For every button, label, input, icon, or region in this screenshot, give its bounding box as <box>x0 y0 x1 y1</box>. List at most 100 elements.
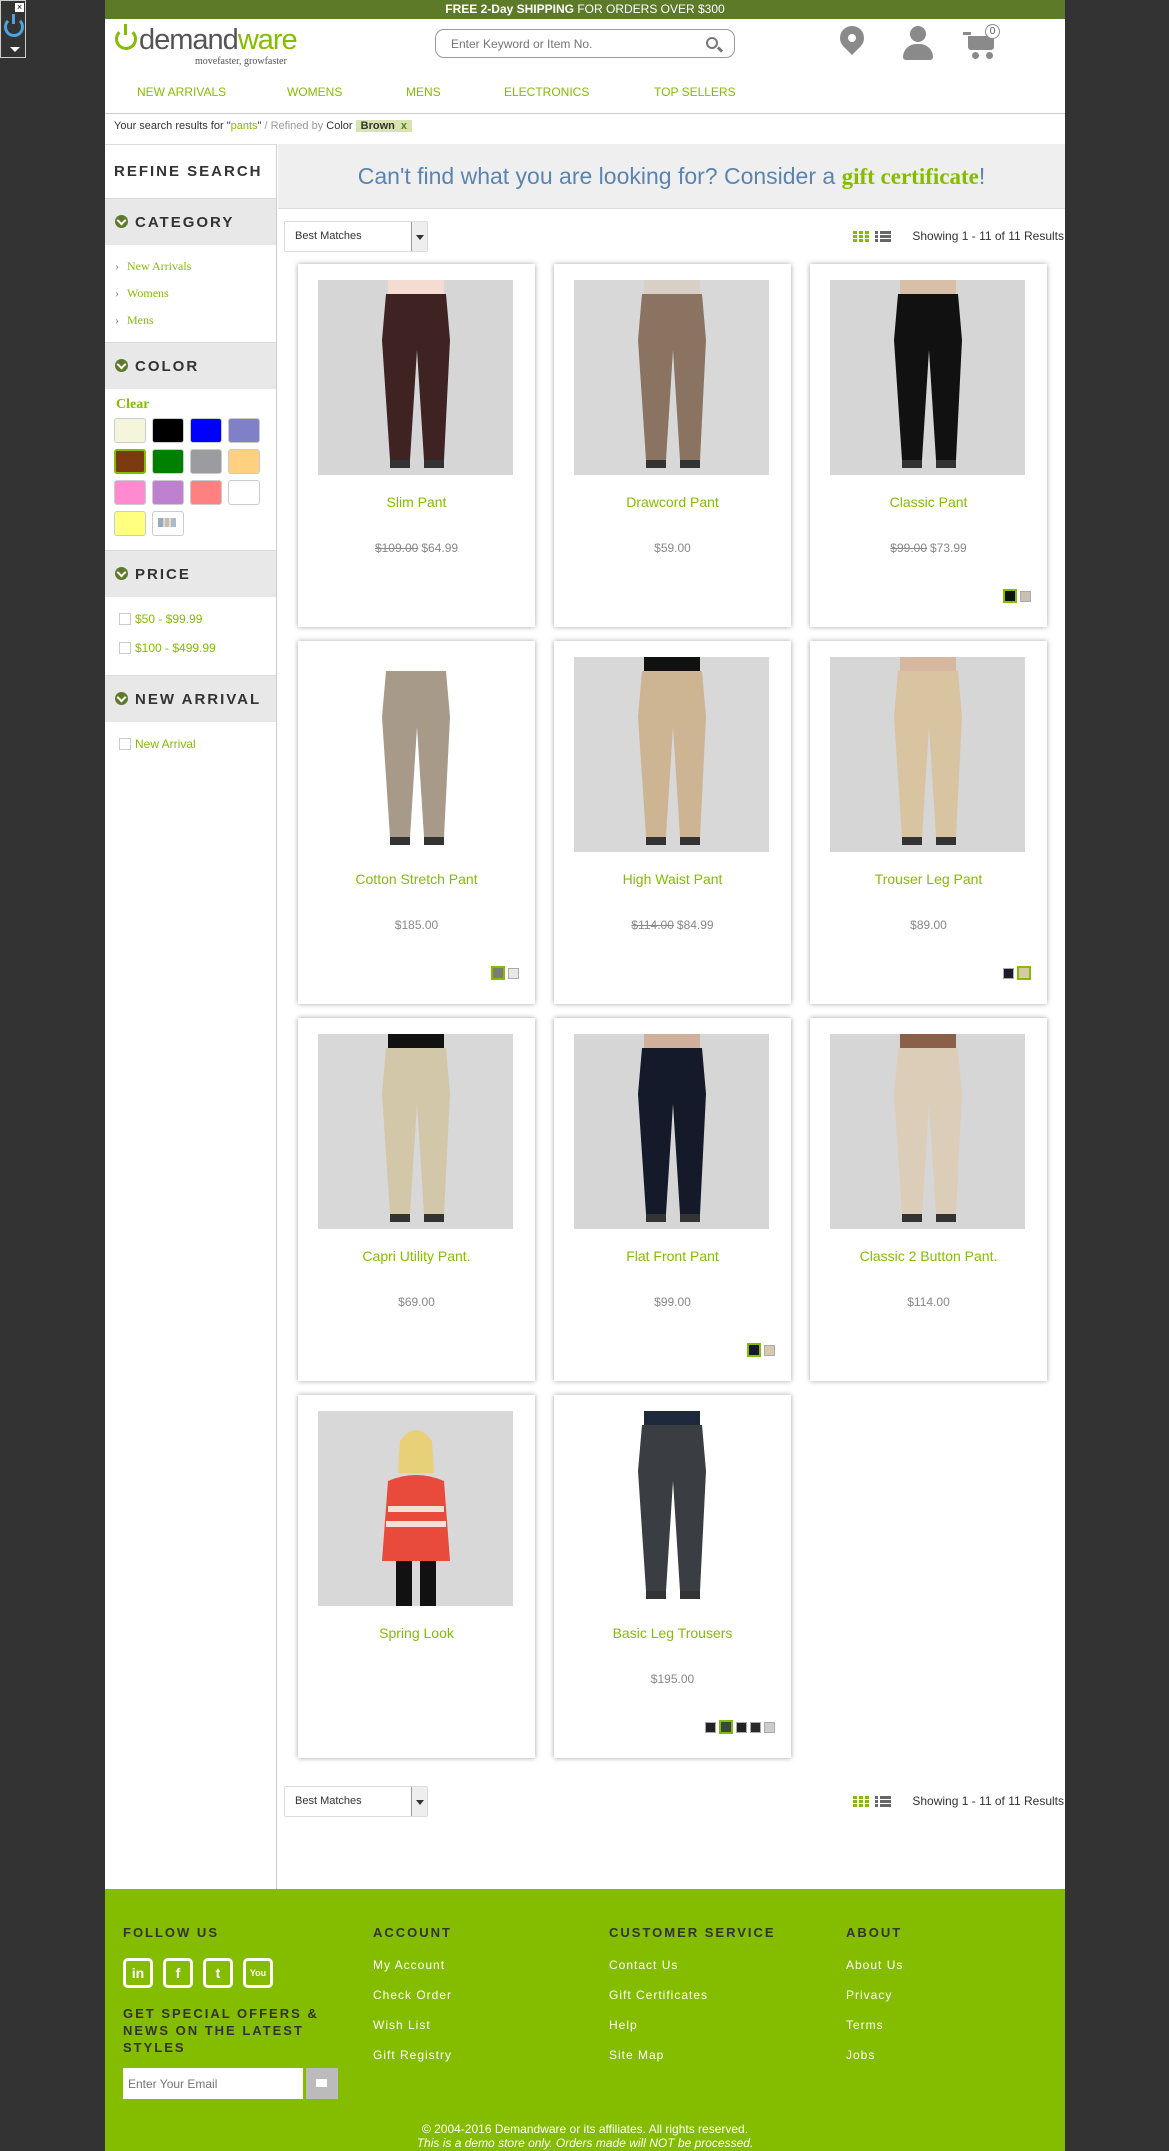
footer-link[interactable]: Gift Registry <box>373 2048 452 2078</box>
footer-link[interactable]: My Account <box>373 1958 452 1988</box>
product-image-wrap[interactable] <box>318 657 513 852</box>
sort-select[interactable]: Best Matches <box>284 1786 428 1817</box>
color-swatch[interactable] <box>736 1721 747 1733</box>
product-image[interactable] <box>574 280 769 475</box>
grid-view-icon[interactable] <box>853 231 869 242</box>
footer-link[interactable]: Privacy <box>846 1988 903 2018</box>
twitter-icon[interactable]: t <box>203 1958 233 1988</box>
color-swatch[interactable] <box>1017 966 1031 980</box>
product-image-wrap[interactable] <box>574 280 769 475</box>
product-name[interactable]: Flat Front Pant <box>554 1248 791 1264</box>
color-swatch[interactable] <box>508 967 519 979</box>
product-image-wrap[interactable] <box>830 657 1025 852</box>
footer-link[interactable]: About Us <box>846 1958 903 1988</box>
price-100-499[interactable]: $100 - $499.99 <box>119 634 276 663</box>
category-womens[interactable]: Womens <box>115 280 276 307</box>
product-image-wrap[interactable] <box>318 1411 513 1606</box>
product-image[interactable] <box>574 1411 769 1606</box>
product-image[interactable] <box>574 657 769 852</box>
product-image-wrap[interactable] <box>318 1034 513 1229</box>
youtube-icon[interactable]: You <box>243 1958 273 1988</box>
product-name[interactable]: Basic Leg Trousers <box>554 1625 791 1641</box>
product-name[interactable]: Trouser Leg Pant <box>810 871 1047 887</box>
category-new-arrivals[interactable]: New Arrivals <box>115 253 276 280</box>
product-name[interactable]: Spring Look <box>298 1625 535 1641</box>
nav-womens[interactable]: WOMENS <box>287 85 342 99</box>
close-icon[interactable]: × <box>15 3 24 12</box>
footer-link[interactable]: Terms <box>846 2018 903 2048</box>
search-query[interactable]: pants <box>231 120 258 132</box>
product-image[interactable] <box>830 280 1025 475</box>
product-tile[interactable]: Spring Look <box>298 1395 535 1758</box>
envelope-icon[interactable] <box>306 2068 338 2099</box>
product-image-wrap[interactable] <box>574 657 769 852</box>
product-tile[interactable]: Classic 2 Button Pant. $114.00 <box>810 1018 1047 1381</box>
product-name[interactable]: High Waist Pant <box>554 871 791 887</box>
checkbox[interactable] <box>119 737 131 750</box>
color-swatch[interactable] <box>705 1721 716 1733</box>
swatch-miscellaneous[interactable] <box>152 511 184 536</box>
product-name[interactable]: Classic Pant <box>810 494 1047 510</box>
product-tile[interactable]: Flat Front Pant $99.00 <box>554 1018 791 1381</box>
swatch-orange[interactable] <box>228 449 260 474</box>
cart-icon[interactable]: 0 <box>963 24 1003 64</box>
footer-link[interactable]: Wish List <box>373 2018 452 2048</box>
product-name[interactable]: Slim Pant <box>298 494 535 510</box>
sort-select[interactable]: Best Matches <box>284 221 428 252</box>
checkbox[interactable] <box>119 612 131 625</box>
color-swatch[interactable] <box>764 1344 775 1356</box>
footer-link[interactable]: Help <box>609 2018 776 2048</box>
color-swatch[interactable] <box>747 1343 761 1357</box>
product-tile[interactable]: Basic Leg Trousers $195.00 <box>554 1395 791 1758</box>
list-view-icon[interactable] <box>875 231 891 242</box>
email-input[interactable] <box>123 2068 303 2099</box>
swatch-black[interactable] <box>152 418 184 443</box>
color-swatch[interactable] <box>719 1720 733 1734</box>
nav-mens[interactable]: MENS <box>406 85 441 99</box>
remove-refinement-icon[interactable]: x <box>401 120 407 132</box>
product-image-wrap[interactable] <box>318 280 513 475</box>
category-mens[interactable]: Mens <box>115 307 276 334</box>
footer-link[interactable]: Jobs <box>846 2048 903 2078</box>
footer-link[interactable]: Site Map <box>609 2048 776 2078</box>
product-image[interactable] <box>318 1411 513 1606</box>
color-swatch[interactable] <box>1003 589 1017 603</box>
power-icon[interactable] <box>4 14 24 37</box>
product-name[interactable]: Classic 2 Button Pant. <box>810 1248 1047 1264</box>
gift-certificate-link[interactable]: gift certificate <box>842 164 979 189</box>
footer-link[interactable]: Check Order <box>373 1988 452 2018</box>
swatch-red[interactable] <box>190 480 222 505</box>
product-image[interactable] <box>318 1034 513 1229</box>
swatch-pink[interactable] <box>114 480 146 505</box>
color-swatch[interactable] <box>750 1721 761 1733</box>
product-image-wrap[interactable] <box>830 1034 1025 1229</box>
color-swatch[interactable] <box>1003 967 1014 979</box>
grid-view-icon[interactable] <box>853 1796 869 1807</box>
search-input[interactable] <box>436 30 686 57</box>
color-header[interactable]: COLOR <box>105 342 276 389</box>
swatch-brown[interactable] <box>114 449 146 474</box>
product-name[interactable]: Capri Utility Pant. <box>298 1248 535 1264</box>
dev-toolbar[interactable]: × <box>0 0 26 58</box>
product-tile[interactable]: High Waist Pant $114.00 $84.99 <box>554 641 791 1004</box>
swatch-grey[interactable] <box>190 449 222 474</box>
color-swatch[interactable] <box>764 1721 775 1733</box>
footer-link[interactable]: Gift Certificates <box>609 1988 776 2018</box>
swatch-navy[interactable] <box>228 418 260 443</box>
swatch-green[interactable] <box>152 449 184 474</box>
search-icon[interactable] <box>706 37 718 49</box>
nav-top-sellers[interactable]: TOP SELLERS <box>654 85 736 99</box>
facebook-icon[interactable]: f <box>163 1958 193 1988</box>
swatch-blue[interactable] <box>190 418 222 443</box>
product-image[interactable] <box>318 657 513 852</box>
list-view-icon[interactable] <box>875 1796 891 1807</box>
clear-color-link[interactable]: Clear <box>105 389 276 416</box>
product-image-wrap[interactable] <box>574 1411 769 1606</box>
nav-electronics[interactable]: ELECTRONICS <box>504 85 589 99</box>
color-swatch[interactable] <box>1020 590 1031 602</box>
product-image-wrap[interactable] <box>830 280 1025 475</box>
checkbox[interactable] <box>119 641 131 654</box>
product-tile[interactable]: Classic Pant $99.00 $73.99 <box>810 264 1047 627</box>
price-50-99[interactable]: $50 - $99.99 <box>119 605 276 634</box>
product-tile[interactable]: Drawcord Pant $59.00 <box>554 264 791 627</box>
